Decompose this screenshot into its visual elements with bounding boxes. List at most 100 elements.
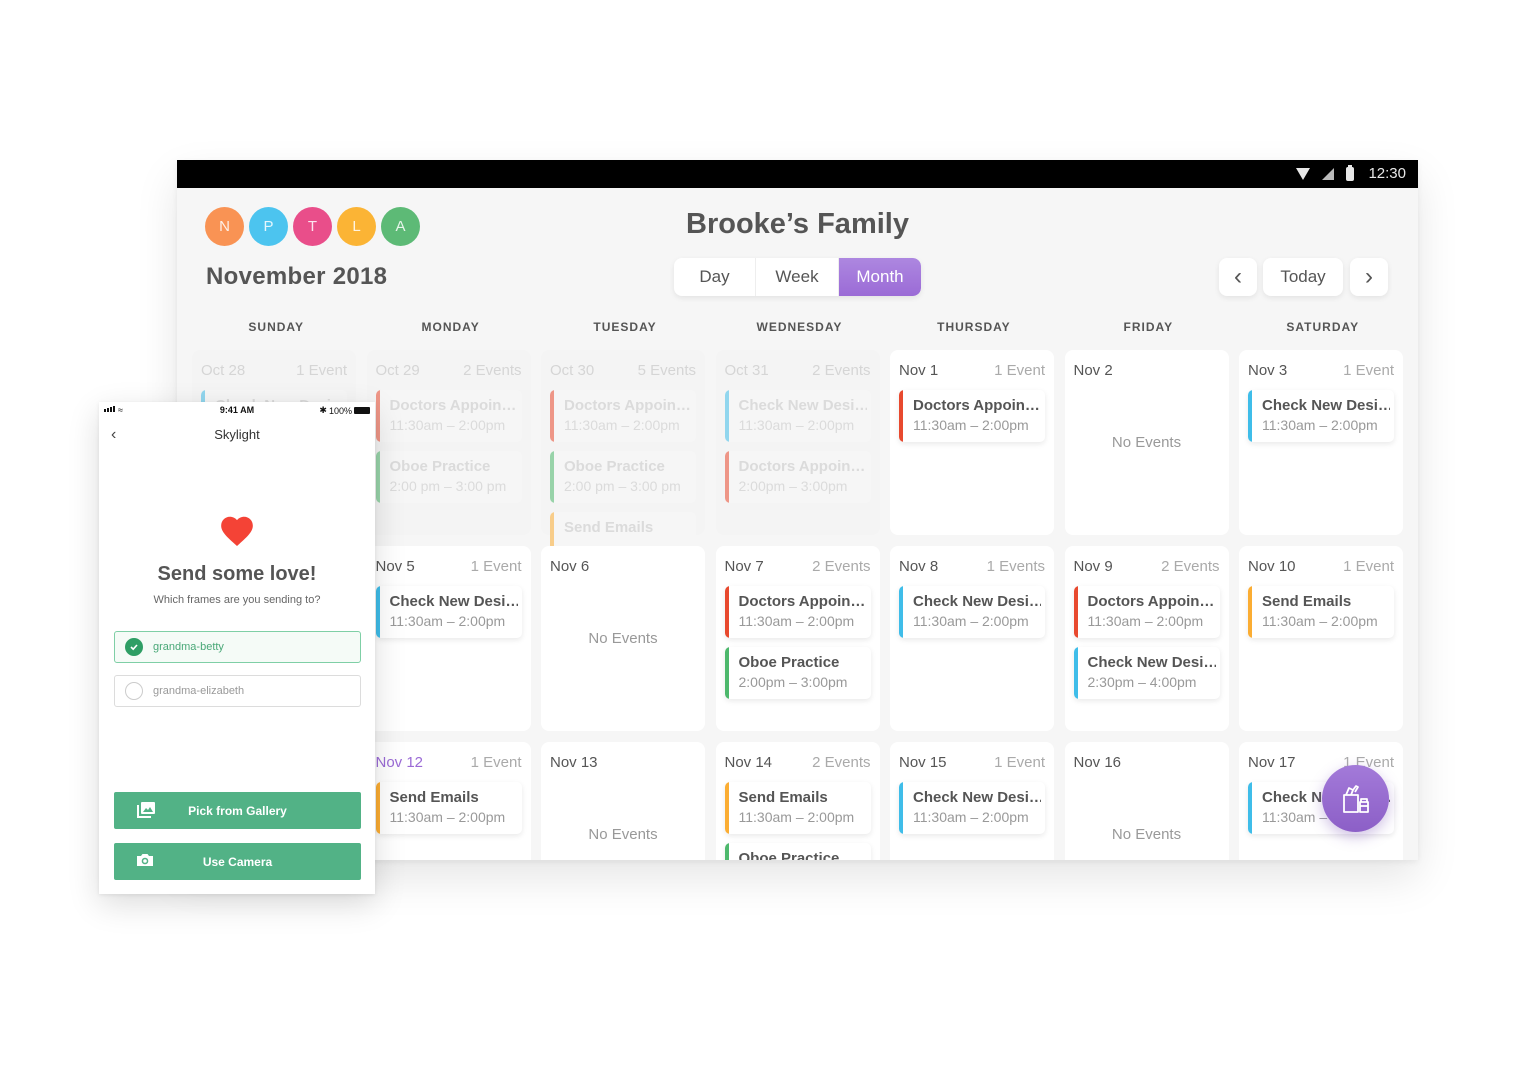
event-title: Check New Desi…	[913, 593, 1041, 610]
event-color-bar	[724, 782, 729, 834]
day-cell[interactable]: Nov 5 1 Event Check New Desi… 11:30am – 2:0…	[366, 546, 531, 731]
event-card[interactable]: Oboe Practice 2:00pm – 3:00pm	[724, 647, 871, 699]
view-week-button[interactable]: Week	[756, 258, 839, 296]
view-day-button[interactable]: Day	[674, 258, 756, 296]
day-date: Oct 30	[550, 362, 595, 379]
event-card[interactable]: Check New Desi… 11:30am – 2:00pm	[375, 586, 522, 638]
weekday-friday: FRIDAY	[1123, 320, 1174, 334]
day-cell[interactable]: Nov 7 2 Events Doctors Appoin… 11:30am – 2:…	[715, 546, 880, 731]
today-button[interactable]: Today	[1263, 258, 1343, 296]
check-circle-icon[interactable]	[125, 638, 143, 656]
event-title: Doctors Appoin…	[389, 397, 517, 414]
day-cell[interactable]: Nov 9 2 Events Doctors Appoin… 11:30am – 2:…	[1064, 546, 1229, 731]
event-count: 2 Events	[812, 754, 871, 771]
event-color-bar	[1248, 782, 1252, 834]
event-card[interactable]: Check New Desi… 2:30pm – 4:00pm	[1073, 647, 1220, 699]
day-cell[interactable]: Oct 31 2 Events Check New Desi… 11:30am – 2…	[715, 350, 880, 535]
frame-option-grandma-elizabeth[interactable]: grandma-elizabeth	[114, 675, 361, 707]
event-color-bar	[1073, 586, 1078, 638]
event-time: 11:30am – 2:00pm	[913, 613, 1029, 629]
use-camera-button[interactable]: Use Camera	[114, 843, 361, 880]
event-card[interactable]: Oboe Practice	[724, 843, 871, 860]
event-time: 2:00 pm – 3:00 pm	[389, 478, 507, 494]
event-card[interactable]: Doctors Appoin… 11:30am – 2:00pm	[375, 390, 522, 442]
send-love-subheading: Which frames are you sending to?	[153, 594, 321, 606]
day-cell[interactable]: Nov 14 2 Events Send Emails 11:30am – 2:00p…	[715, 742, 880, 860]
day-cell[interactable]: Nov 8 1 Events Check New Desi… 11:30am – 2:…	[890, 546, 1054, 731]
day-header: Oct 30 5 Events	[550, 362, 696, 379]
event-title: Oboe Practice	[564, 458, 665, 475]
pick-from-gallery-button[interactable]: Pick from Gallery	[114, 792, 361, 829]
wifi-icon	[1296, 167, 1311, 180]
event-card[interactable]: Check New Desi… 11:30am – 2:00pm	[1248, 390, 1394, 442]
day-date: Nov 13	[550, 754, 598, 771]
event-count: 1 Event	[470, 754, 522, 771]
send-love-heading: Send some love!	[157, 563, 317, 585]
day-cell[interactable]: Oct 29 2 Events Doctors Appoin… 11:30am – 2…	[366, 350, 531, 535]
day-date: Nov 5	[375, 558, 415, 575]
event-color-bar	[724, 390, 729, 442]
event-title: Send Emails	[389, 789, 479, 806]
day-cell[interactable]: Nov 2 No Events	[1064, 350, 1229, 535]
battery-icon	[1346, 164, 1355, 181]
event-color-bar	[899, 782, 903, 834]
day-cell[interactable]: Nov 15 1 Event Check New Desi… 11:30am – 2:…	[890, 742, 1054, 860]
day-cell[interactable]: Nov 3 1 Event Check New Desi… 11:30am – 2:0…	[1239, 350, 1403, 535]
grocery-list-fab[interactable]	[1322, 765, 1389, 832]
phone-nav-title: Skylight	[214, 427, 260, 442]
phone-send-love-screen: ≈ 9:41 AM ✱ 100% ‹ Skylight Send some lo…	[99, 402, 375, 894]
weekday-thursday: THURSDAY	[937, 320, 1011, 334]
event-card[interactable]: Send Emails 11:30am – 2:00pm	[724, 782, 871, 834]
event-card[interactable]: Check New Desi… 11:30am – 2:00pm	[899, 782, 1045, 834]
event-card[interactable]: Doctors Appoin… 2:00pm – 3:00pm	[724, 451, 871, 503]
event-time: 11:30am – 2:00pm	[389, 613, 506, 629]
week-row: Nov 12 1 Event Send Emails 11:30am – 2:00pm…	[192, 742, 1412, 860]
gallery-button-label: Pick from Gallery	[188, 803, 287, 818]
event-card[interactable]: Doctors Appoin… 11:30am – 2:00pm	[899, 390, 1045, 442]
event-card[interactable]: Check New Desi… 11:30am – 2:00pm	[724, 390, 871, 442]
event-card[interactable]: Doctors Appoin… 11:30am – 2:00pm	[724, 586, 871, 638]
weekday-saturday: SATURDAY	[1286, 320, 1360, 334]
event-count: 2 Events	[463, 362, 522, 379]
event-title: Check New Desi…	[389, 593, 518, 610]
day-cell[interactable]: Nov 13 No Events	[541, 742, 705, 860]
event-card[interactable]: Doctors Appoin… 11:30am – 2:00pm	[1073, 586, 1220, 638]
day-cell[interactable]: Nov 12 1 Event Send Emails 11:30am – 2:00pm	[366, 742, 531, 860]
view-month-button[interactable]: Month	[839, 258, 921, 296]
event-card[interactable]: Check New Desi… 11:30am – 2:00pm	[899, 586, 1045, 638]
frame-option-grandma-betty[interactable]: grandma-betty	[114, 631, 361, 663]
day-date: Nov 16	[1073, 754, 1122, 771]
day-header: Nov 13	[550, 754, 696, 771]
event-card[interactable]: Oboe Practice 2:00 pm – 3:00 pm	[375, 451, 522, 503]
signal-icon	[1322, 167, 1335, 180]
event-count: 2 Events	[812, 362, 871, 379]
day-cell[interactable]: Nov 6 No Events	[541, 546, 705, 731]
event-title: Check New Desi…	[1087, 654, 1216, 671]
event-card[interactable]: Send Emails 11:30am – 2:00pm	[1248, 586, 1394, 638]
event-card[interactable]: Oboe Practice 2:00 pm – 3:00 pm	[550, 451, 696, 503]
day-date: Nov 8	[899, 558, 939, 575]
grocery-bag-icon	[1342, 784, 1369, 813]
day-cell[interactable]: Nov 10 1 Event Send Emails 11:30am – 2:00pm	[1239, 546, 1403, 731]
camera-icon	[137, 854, 153, 866]
event-card[interactable]: Doctors Appoin… 11:30am – 2:00pm	[550, 390, 696, 442]
radio-empty-icon[interactable]	[125, 682, 143, 700]
day-cell[interactable]: Nov 1 1 Event Doctors Appoin… 11:30am – 2:0…	[890, 350, 1054, 535]
day-header: Nov 5 1 Event	[376, 558, 522, 575]
event-title: Send Emails	[564, 519, 654, 536]
event-time: 11:30am – 2:00pm	[738, 417, 855, 433]
day-date: Nov 12	[375, 754, 424, 771]
day-header: Oct 31 2 Events	[725, 362, 871, 379]
family-title: Brooke’s Family	[686, 208, 909, 240]
day-cell[interactable]: Nov 16 No Events	[1064, 742, 1229, 860]
previous-month-button[interactable]: ‹	[1219, 258, 1257, 296]
event-time: 11:30am – 2:00pm	[913, 809, 1029, 825]
event-card[interactable]: Send Emails 11:30am – 2:00pm	[375, 782, 522, 834]
next-month-button[interactable]: ›	[1350, 258, 1388, 296]
event-count: 1 Event	[994, 362, 1045, 379]
day-cell[interactable]: Oct 30 5 Events Doctors Appoin… 11:30am – 2…	[541, 350, 705, 564]
event-color-bar	[1073, 647, 1078, 699]
day-date: Nov 6	[550, 558, 590, 575]
event-color-bar	[724, 647, 729, 699]
weekday-monday: MONDAY	[421, 320, 480, 334]
